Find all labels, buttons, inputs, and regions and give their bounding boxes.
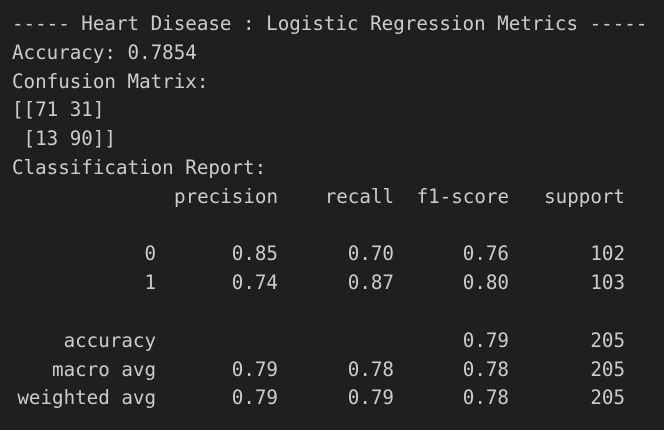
terminal-output: ----- Heart Disease : Logistic Regressio… — [0, 0, 664, 430]
accuracy-line: Accuracy: 0.7854 — [12, 40, 197, 64]
row-support: 103 — [590, 271, 625, 295]
report-row-class-1: 1 0.74 0.87 0.80 103 — [12, 269, 664, 298]
row-f1: 0.80 — [462, 271, 509, 295]
report-row-accuracy: accuracy 0.79 205 — [12, 327, 664, 356]
confusion-matrix-title: Confusion Matrix: — [12, 69, 209, 93]
row-precision: 0.74 — [231, 271, 278, 295]
row-recall: 0.78 — [347, 357, 394, 381]
row-f1: 0.79 — [462, 328, 509, 352]
row-recall: 0.87 — [347, 271, 394, 295]
row-recall: 0.70 — [347, 242, 394, 266]
row-support: 205 — [590, 328, 625, 352]
row-label: macro avg — [52, 357, 156, 381]
header-precision: precision — [174, 184, 278, 208]
metrics-header: ----- Heart Disease : Logistic Regressio… — [12, 12, 648, 35]
report-header-row: precision recall f1-score support — [12, 183, 664, 212]
report-row-class-0: 0 0.85 0.70 0.76 102 — [12, 240, 664, 269]
row-precision: 0.85 — [231, 242, 278, 266]
row-support: 205 — [590, 386, 625, 410]
row-label: weighted avg — [17, 386, 156, 410]
row-label: 1 — [144, 271, 156, 295]
row-recall: 0.79 — [347, 386, 394, 410]
row-label: accuracy — [63, 328, 156, 352]
row-f1: 0.76 — [462, 242, 509, 266]
row-support: 102 — [590, 242, 625, 266]
row-precision: 0.79 — [231, 357, 278, 381]
header-f1: f1-score — [416, 184, 509, 208]
row-label: 0 — [144, 242, 156, 266]
report-row-weighted-avg: weighted avg 0.79 0.79 0.78 205 — [12, 384, 664, 413]
header-support: support — [544, 184, 625, 208]
header-recall: recall — [324, 184, 394, 208]
confusion-matrix-row: [[71 31] — [12, 98, 105, 122]
row-precision: 0.79 — [231, 386, 278, 410]
row-support: 205 — [590, 357, 625, 381]
report-row-macro-avg: macro avg 0.79 0.78 0.78 205 — [12, 356, 664, 385]
classification-report-table: precision recall f1-score support 0 0.85 0.70… — [12, 183, 664, 413]
confusion-matrix-row: [13 90]] — [12, 127, 116, 151]
row-f1: 0.78 — [462, 357, 509, 381]
classification-report-title: Classification Report: — [12, 155, 267, 179]
row-f1: 0.78 — [462, 386, 509, 410]
